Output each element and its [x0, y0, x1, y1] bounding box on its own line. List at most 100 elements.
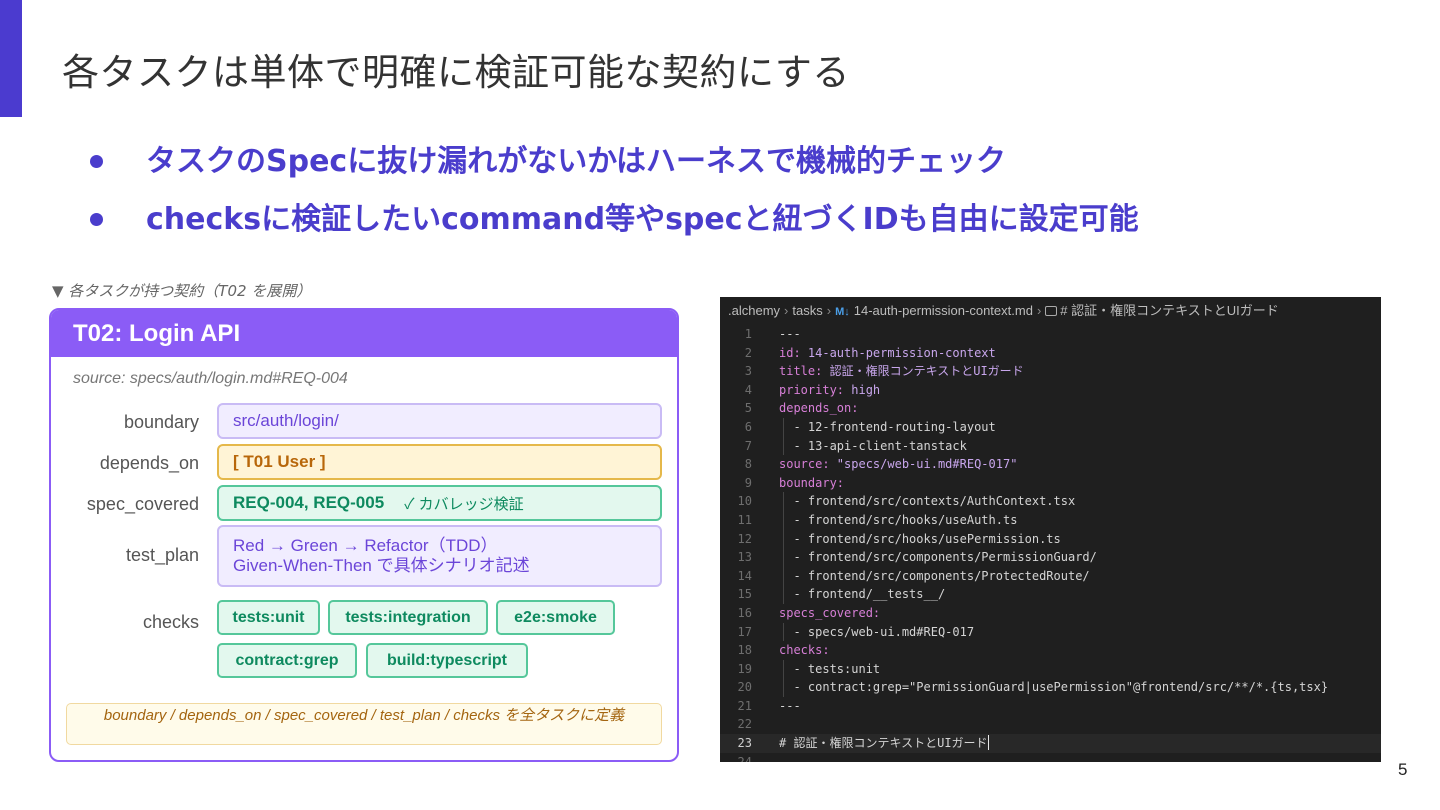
depends-on-label: depends_on — [99, 453, 199, 473]
markdown-file-icon: M↓ — [835, 306, 850, 318]
yaml-value: 認証・権限コンテキストとUIガード — [822, 364, 1024, 379]
yaml-value: - 13-api-client-tanstack — [779, 438, 967, 453]
bullet-item: checksに検証したいcommand等やspecと紐づくIDも自由に設定可能 — [90, 198, 1139, 256]
test-plan-label: test_plan — [125, 545, 199, 565]
line-text: - frontend/src/components/PermissionGuar… — [779, 548, 1097, 567]
line-text: - 12-frontend-routing-layout — [779, 418, 996, 437]
line-number: 21 — [737, 698, 752, 713]
spec-covered-text: REQ-004, REQ-005 — [233, 493, 385, 512]
line-text: --- — [779, 325, 801, 344]
yaml-key: priority: — [779, 382, 845, 397]
yaml-value: - frontend/src/contexts/AuthContext.tsx — [779, 494, 1076, 509]
line-number: 13 — [737, 550, 752, 565]
checks-label: checks — [142, 612, 199, 632]
line-text: source: "specs/web-ui.md#REQ-017" — [779, 455, 1017, 474]
code-line[interactable]: 14 - frontend/src/components/ProtectedRo… — [720, 566, 1381, 586]
yaml-value: - frontend/src/hooks/useAuth.ts — [779, 512, 1018, 527]
breadcrumb-root[interactable]: .alchemy — [728, 303, 780, 318]
yaml-value: - contract:grep="PermissionGuard|usePerm… — [779, 680, 1329, 695]
card-title: T02: Login API — [51, 310, 677, 357]
line-number: 24 — [737, 754, 752, 762]
line-text: specs_covered: — [779, 604, 880, 623]
line-text: id: 14-auth-permission-context — [779, 344, 996, 363]
code-line[interactable]: 3 title: 認証・権限コンテキストとUIガード — [720, 362, 1381, 381]
bullet-list: タスクのSpecに抜け漏れがないかはハーネスで機械的チェック checksに検証… — [90, 140, 1139, 256]
code-line[interactable]: 20 - contract:grep="PermissionGuard|useP… — [720, 678, 1381, 697]
line-number: 14 — [737, 568, 752, 583]
line-text: - frontend/__tests__/ — [779, 585, 945, 604]
line-number: 23 — [737, 736, 752, 751]
line-text: --- — [779, 697, 801, 716]
bullet-dot-icon — [90, 155, 103, 168]
test-plan-line: Red → Green → Refactor（TDD） — [233, 536, 498, 555]
yaml-key: specs_covered: — [779, 605, 881, 620]
breadcrumb-folder[interactable]: tasks — [792, 303, 822, 318]
chevron-right-icon: › — [826, 303, 832, 318]
yaml-value: 14-auth-permission-context — [800, 345, 996, 360]
code-line[interactable]: 8 source: "specs/web-ui.md#REQ-017" — [720, 455, 1381, 474]
yaml-value: - tests:unit — [779, 661, 881, 676]
yaml-key: depends_on: — [779, 401, 859, 416]
symbol-string-icon — [1045, 306, 1058, 316]
line-number: 9 — [744, 475, 752, 490]
code-line[interactable]: 4 priority: high — [720, 381, 1381, 400]
code-line[interactable]: 15 - frontend/__tests__/ — [720, 585, 1381, 604]
boundary-value: src/auth/login/ — [217, 403, 662, 439]
code-line[interactable]: 5 depends_on: — [720, 399, 1381, 418]
bullet-dot-icon — [90, 213, 103, 226]
line-number: 12 — [737, 531, 752, 546]
line-number: 15 — [737, 587, 752, 602]
code-line[interactable]: 16 specs_covered: — [720, 604, 1381, 623]
line-text: - frontend/src/components/ProtectedRoute… — [779, 567, 1090, 586]
line-number: 11 — [737, 512, 752, 527]
code-line[interactable]: 18 checks: — [720, 641, 1381, 660]
line-number: 18 — [737, 643, 752, 658]
code-editor[interactable]: .alchemy › tasks › M↓ 14-auth-permission-cont… — [720, 297, 1381, 762]
code-line[interactable]: 23 # 認証・権限コンテキストとUIガード — [720, 734, 1381, 753]
code-line[interactable]: 10 - frontend/src/contexts/AuthContext.t… — [720, 492, 1381, 511]
chevron-right-icon: › — [784, 303, 789, 318]
page-number: 5 — [1398, 760, 1408, 779]
text-cursor — [987, 735, 990, 751]
yaml-value: --- — [779, 327, 801, 341]
code-line[interactable]: 2 id: 14-auth-permission-context — [720, 344, 1381, 363]
code-line[interactable]: 13 - frontend/src/components/PermissionG… — [720, 548, 1381, 567]
yaml-value: - frontend/src/components/ProtectedRoute… — [779, 568, 1090, 583]
yaml-value: # 認証・権限コンテキストとUIガード — [779, 736, 988, 751]
breadcrumb-symbol[interactable]: # 認証・権限コンテキストとUIガード — [1060, 303, 1278, 318]
check-chip: tests:unit — [217, 600, 320, 635]
code-line[interactable]: 9 boundary: — [720, 474, 1381, 493]
code-line[interactable]: 19 - tests:unit — [720, 659, 1381, 679]
yaml-value: - frontend/src/components/PermissionGuar… — [779, 550, 1097, 565]
check-chip: tests:integration — [328, 600, 488, 635]
line-text: title: 認証・権限コンテキストとUIガード — [779, 362, 1024, 381]
code-line[interactable]: 11 - frontend/src/hooks/useAuth.ts — [720, 510, 1381, 530]
yaml-value: - frontend/__tests__/ — [779, 587, 946, 602]
line-text: depends_on: — [779, 399, 858, 418]
line-text: priority: high — [779, 381, 880, 400]
title-accent-bar — [0, 0, 22, 117]
code-line[interactable]: 21 --- — [720, 697, 1381, 716]
code-line[interactable]: 12 - frontend/src/hooks/usePermission.ts — [720, 529, 1381, 549]
line-text: checks: — [779, 641, 830, 660]
line-number: 10 — [737, 494, 752, 509]
breadcrumb-file[interactable]: 14-auth-permission-context.md — [854, 303, 1033, 318]
yaml-key: title: — [779, 364, 823, 379]
bullet-text: checksに検証したいcommand等やspecと紐づくIDも自由に設定可能 — [146, 202, 1139, 237]
yaml-value: - specs/web-ui.md#REQ-017 — [779, 624, 975, 639]
contract-footnote: boundary / depends_on / spec_covered / t… — [66, 703, 662, 745]
code-line[interactable]: 24 — [720, 753, 1381, 762]
yaml-value: - frontend/src/hooks/usePermission.ts — [779, 531, 1061, 546]
yaml-value: - 12-frontend-routing-layout — [779, 419, 996, 434]
line-text: - frontend/src/hooks/useAuth.ts — [779, 511, 1017, 530]
code-line[interactable]: 22 — [720, 715, 1381, 734]
line-text: - contract:grep="PermissionGuard|usePerm… — [779, 678, 1328, 697]
code-line[interactable]: 17 - specs/web-ui.md#REQ-017 — [720, 622, 1381, 642]
line-number: 8 — [744, 457, 752, 472]
code-line[interactable]: 6 - 12-frontend-routing-layout — [720, 417, 1381, 437]
code-line[interactable]: 1 --- — [720, 325, 1381, 344]
yaml-value: "specs/web-ui.md#REQ-017" — [829, 457, 1018, 472]
line-number: 22 — [737, 717, 752, 732]
code-line[interactable]: 7 - 13-api-client-tanstack — [720, 436, 1381, 456]
editor-text-area[interactable]: 1 --- 2 id: 14-auth-permission-context 3 titl… — [720, 325, 1381, 762]
